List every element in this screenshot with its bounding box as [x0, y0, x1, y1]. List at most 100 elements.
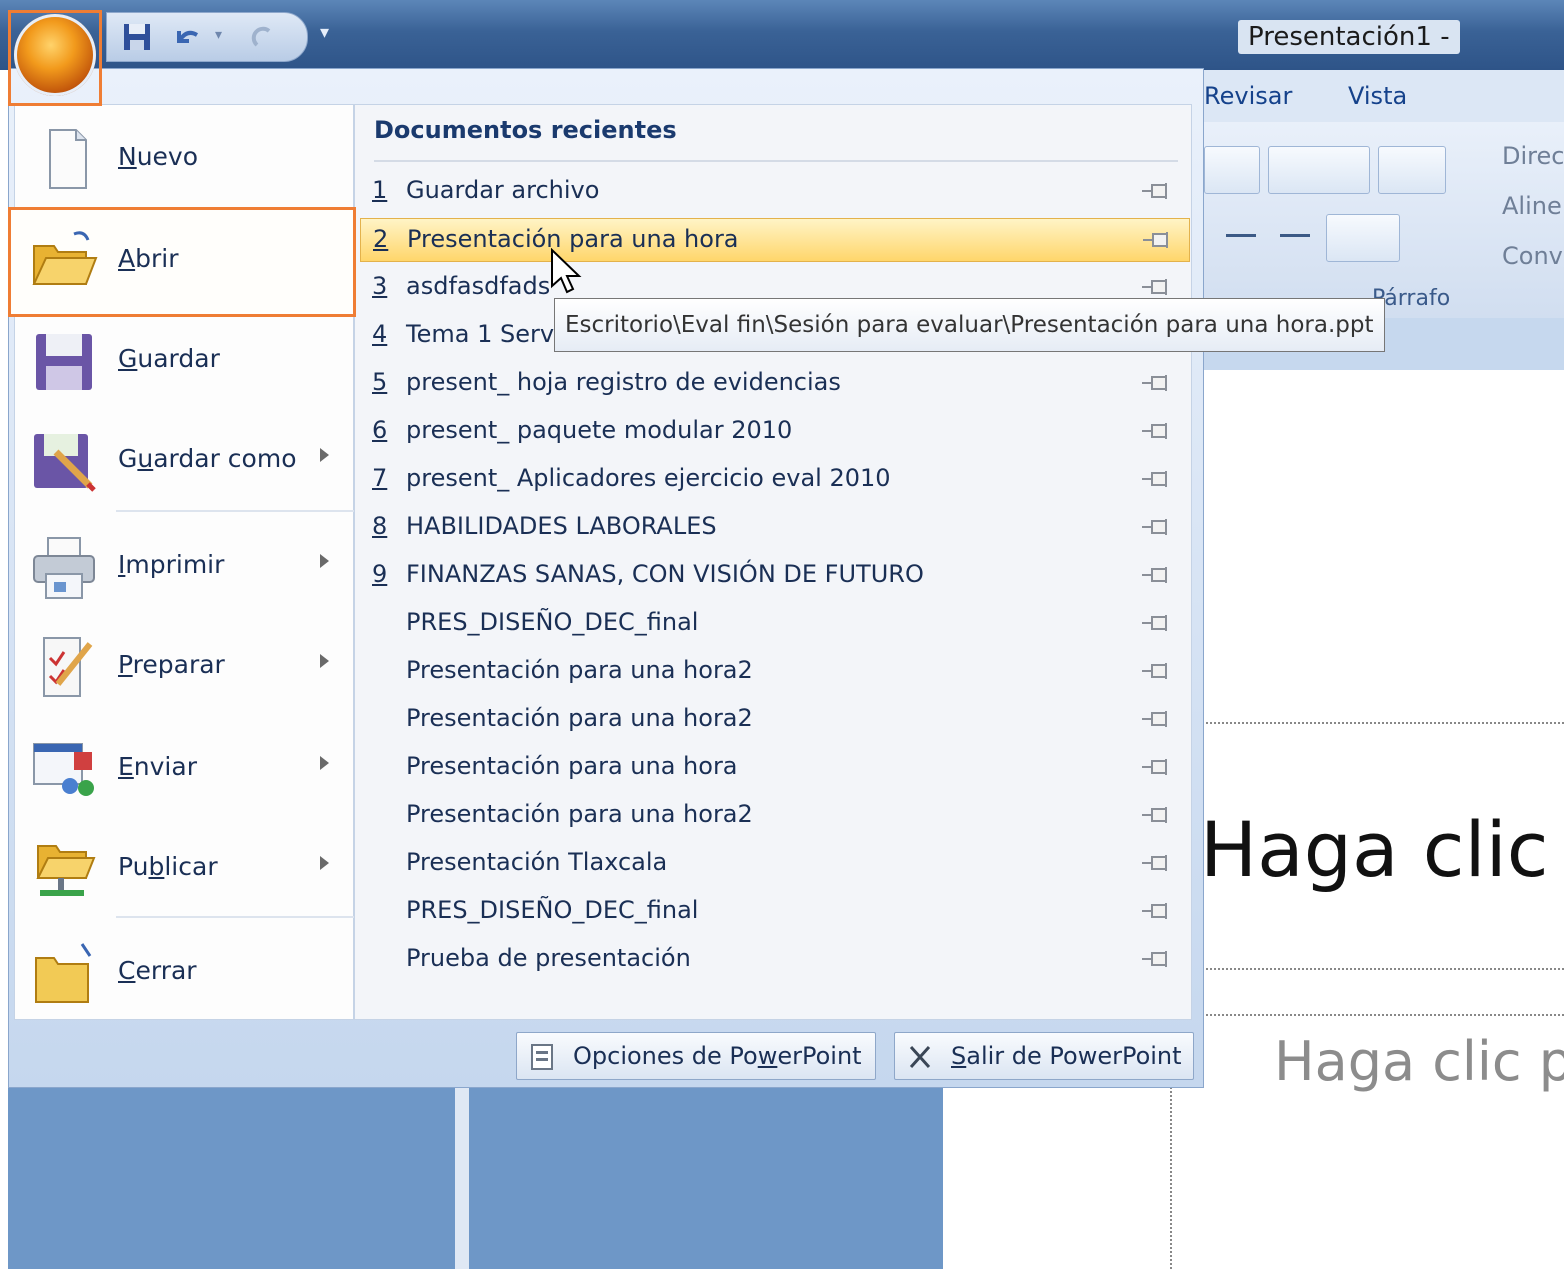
menu-separator [116, 510, 354, 512]
slides-pane[interactable] [8, 1088, 943, 1269]
pin-icon[interactable] [1140, 660, 1174, 682]
pane-splitter[interactable] [455, 1088, 469, 1269]
menu-item-publicar[interactable]: Publicar [14, 818, 354, 918]
mouse-cursor-icon [551, 248, 582, 294]
pin-icon[interactable] [1140, 756, 1174, 778]
line-spacing-button[interactable] [1378, 146, 1446, 194]
recent-document-name: HABILIDADES LABORALES [406, 512, 717, 540]
exit-button-label: Salir de PowerPoint [951, 1042, 1182, 1070]
new-document-icon [49, 129, 87, 189]
recent-document-name: Presentación para una hora2 [406, 704, 753, 732]
recent-document-item[interactable]: 9 FINANZAS SANAS, CON VISIÓN DE FUTURO [360, 554, 1190, 598]
publish-icon [36, 845, 96, 896]
menu-item-abrir[interactable]: Abrir [14, 210, 354, 310]
window-title: Presentación1 - [1238, 20, 1460, 54]
bullets-button[interactable] [1204, 146, 1260, 194]
recent-document-item[interactable]: 1 Guardar archivo [360, 170, 1190, 214]
recent-document-name: present_ Aplicadores ejercicio eval 2010 [406, 464, 891, 492]
pin-icon[interactable] [1140, 804, 1174, 826]
menu-separator [116, 916, 354, 918]
title-placeholder-border [1206, 968, 1564, 970]
pin-icon[interactable] [1140, 372, 1174, 394]
recent-document-item[interactable]: PRES_DISEÑO_DEC_final [360, 890, 1190, 934]
printer-icon [33, 537, 95, 599]
recent-document-item[interactable]: 5 present_ hoja registro de evidencias [360, 362, 1190, 406]
recent-document-item[interactable]: Presentación para una hora2 [360, 650, 1190, 694]
menu-item-preparar[interactable]: Preparar [14, 616, 354, 716]
recent-document-number: 6 [372, 416, 388, 444]
menu-item-imprimir[interactable]: Imprimir [14, 516, 354, 616]
quick-access-toolbar: ▾ [106, 12, 308, 62]
pin-icon[interactable] [1141, 229, 1175, 251]
recent-document-item[interactable]: Presentación para una hora [360, 746, 1190, 790]
save-as-icon [34, 434, 96, 492]
exit-powerpoint-button[interactable]: Salir de PowerPoint [894, 1032, 1194, 1080]
align-text-label[interactable]: Aline [1502, 192, 1562, 220]
title-placeholder[interactable]: Haga clic p [1200, 805, 1564, 894]
menu-item-label: Nuevo [118, 142, 199, 171]
recent-document-number: 9 [372, 560, 388, 588]
pin-icon[interactable] [1140, 468, 1174, 490]
pin-icon[interactable] [1140, 564, 1174, 586]
subtitle-placeholder-border [1206, 1014, 1564, 1016]
pin-icon[interactable] [1140, 420, 1174, 442]
menu-item-label: Cerrar [118, 956, 197, 985]
recent-document-number: 3 [372, 272, 388, 300]
recent-document-name: Presentación para una hora [406, 752, 738, 780]
subtitle-placeholder-border [1170, 1070, 1172, 1269]
title-placeholder-border [1206, 722, 1564, 724]
recent-document-item[interactable]: Presentación para una hora2 [360, 794, 1190, 838]
recent-document-item[interactable]: PRES_DISEÑO_DEC_final [360, 602, 1190, 646]
undo-icon[interactable] [171, 21, 203, 53]
prepare-icon [43, 637, 93, 697]
tab-revisar[interactable]: Revisar [1204, 82, 1292, 110]
recent-document-name: FINANZAS SANAS, CON VISIÓN DE FUTURO [406, 560, 924, 588]
recent-document-item[interactable]: 7 present_ Aplicadores ejercicio eval 201… [360, 458, 1190, 502]
pin-icon[interactable] [1140, 276, 1174, 298]
convert-smartart-label[interactable]: Conv [1502, 242, 1563, 270]
save-icon [36, 334, 92, 390]
menu-item-guardar[interactable]: Guardar [14, 310, 354, 410]
recent-document-item[interactable]: 2 Presentación para una hora [360, 218, 1190, 262]
align-right-icon[interactable] [1226, 234, 1256, 237]
recent-document-number: 4 [372, 320, 388, 348]
open-folder-icon [32, 231, 98, 285]
pin-icon[interactable] [1140, 180, 1174, 202]
subtitle-placeholder[interactable]: Haga clic p [1274, 1030, 1564, 1093]
pin-icon[interactable] [1140, 516, 1174, 538]
ribbon-tabs: Revisar Vista [1196, 70, 1564, 123]
recent-document-name: PRES_DISEÑO_DEC_final [406, 896, 699, 924]
save-icon[interactable] [121, 21, 153, 53]
pin-icon[interactable] [1140, 948, 1174, 970]
menu-item-guardar-como[interactable]: Guardar como [14, 410, 354, 510]
redo-icon[interactable] [247, 21, 279, 53]
recent-document-item[interactable]: 6 present_ paquete modular 2010 [360, 410, 1190, 454]
text-direction-label[interactable]: Direc [1502, 142, 1564, 170]
columns-button[interactable] [1326, 214, 1400, 262]
recent-document-name: Tema 1 Servi [406, 320, 561, 348]
recent-document-item[interactable]: 8 HABILIDADES LABORALES [360, 506, 1190, 550]
justify-icon[interactable] [1280, 234, 1310, 237]
pin-icon[interactable] [1140, 900, 1174, 922]
customize-qat-icon[interactable]: ▾ [320, 22, 329, 43]
menu-item-cerrar[interactable]: Cerrar [14, 922, 354, 1022]
recent-document-name: Presentación Tlaxcala [406, 848, 668, 876]
recent-document-item[interactable]: Presentación Tlaxcala [360, 842, 1190, 886]
close-folder-icon [35, 943, 92, 1003]
tab-vista[interactable]: Vista [1348, 82, 1407, 110]
pin-icon[interactable] [1140, 612, 1174, 634]
options-button-label: Opciones de PowerPoint [573, 1042, 862, 1070]
powerpoint-options-button[interactable]: Opciones de PowerPoint [516, 1032, 876, 1080]
recent-document-item[interactable]: Prueba de presentación [360, 938, 1190, 982]
submenu-arrow-icon [320, 756, 329, 770]
undo-dropdown-icon[interactable]: ▾ [215, 27, 222, 43]
indent-buttons[interactable] [1268, 146, 1370, 194]
recent-document-item[interactable]: Presentación para una hora2 [360, 698, 1190, 742]
menu-item-label: Guardar como [118, 444, 297, 473]
menu-item-enviar[interactable]: Enviar [14, 718, 354, 818]
recent-document-name: present_ paquete modular 2010 [406, 416, 793, 444]
pin-icon[interactable] [1140, 708, 1174, 730]
pin-icon[interactable] [1140, 852, 1174, 874]
menu-item-nuevo[interactable]: Nuevo [14, 108, 354, 208]
recent-documents-header: Documentos recientes [374, 116, 677, 144]
